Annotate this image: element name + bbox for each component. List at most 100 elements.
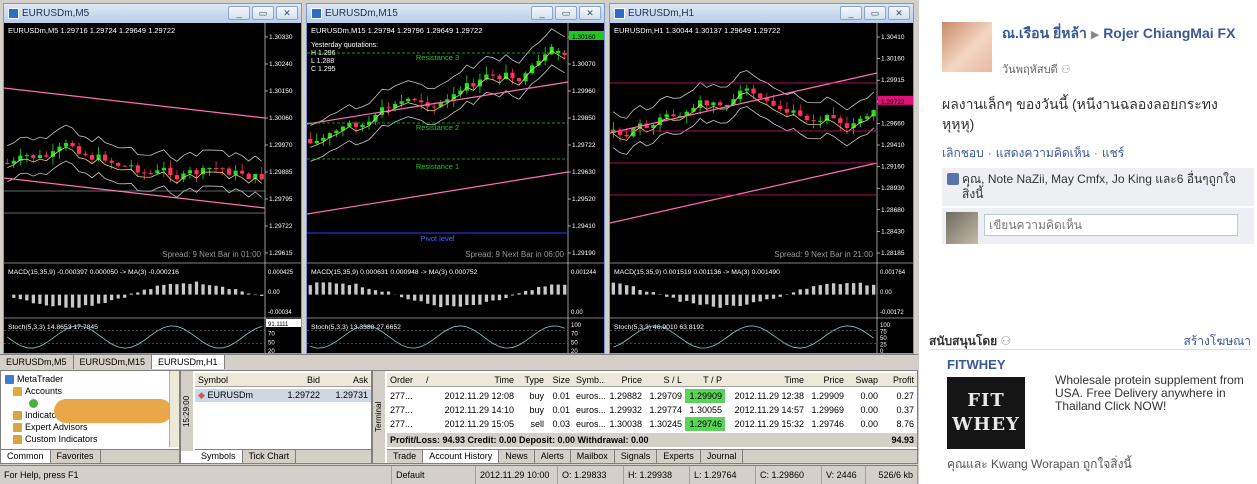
- stoch-header: Stoch(5,3,3) 13.3388 27.6652: [311, 324, 401, 331]
- tab-trade[interactable]: Trade: [387, 450, 424, 463]
- tab-account-history[interactable]: Account History: [423, 450, 500, 463]
- status-profile: Default: [392, 466, 476, 484]
- chart-tab-m5[interactable]: EURUSDm,M5: [0, 355, 74, 369]
- candle-body: [103, 154, 108, 161]
- chart-canvas[interactable]: EURUSDm,H1 1.30044 1.30137 1.29649 1.297…: [610, 23, 913, 353]
- chart-window-m15[interactable]: EURUSDm,M15 _ ▭ ✕ EURUSDm,M15 1.29794 1.…: [306, 3, 605, 354]
- target-page-name[interactable]: Rojer ChiangMai FX: [1103, 25, 1235, 41]
- col-close-time[interactable]: Time: [725, 373, 807, 386]
- col-price[interactable]: Price: [605, 373, 645, 386]
- col-profit[interactable]: Profit: [881, 373, 917, 386]
- close-button[interactable]: ✕: [888, 6, 910, 20]
- author-name[interactable]: ณ.เรือน ยี่หล้า: [1002, 25, 1087, 41]
- col-time[interactable]: Time: [433, 373, 517, 386]
- comment-input[interactable]: เขียนความคิดเห็น: [984, 214, 1238, 236]
- chart-icon: [8, 8, 19, 19]
- tab-journal[interactable]: Journal: [701, 450, 744, 463]
- col-close-price[interactable]: Price: [807, 373, 847, 386]
- close-button[interactable]: ✕: [276, 6, 298, 20]
- tab-common[interactable]: Common: [1, 450, 51, 463]
- tab-symbols[interactable]: Symbols: [195, 450, 243, 463]
- close-button[interactable]: ✕: [579, 6, 601, 20]
- tab-tick-chart[interactable]: Tick Chart: [243, 450, 297, 463]
- status-low: L: 1.29764: [690, 466, 756, 484]
- price-label: 1.29915: [881, 77, 905, 84]
- trend-line: [610, 162, 878, 224]
- table-row[interactable]: 277... 2012.11.29 15:05 sell 0.03 euros.…: [387, 417, 917, 431]
- chart-header: EURUSDm,M5 1.29716 1.29724 1.29649 1.297…: [8, 26, 175, 35]
- tab-news[interactable]: News: [499, 450, 535, 463]
- col-bid[interactable]: Bid: [275, 373, 323, 386]
- candle-body: [838, 118, 843, 124]
- chart-window-m5[interactable]: EURUSDm,M5 _ ▭ ✕ EURUSDm,M5 1.29716 1.29…: [3, 3, 302, 354]
- likes-summary: คุณ, Note NaZii, May Cmfx, Jo King และ6 …: [942, 168, 1254, 206]
- chart-window-h1[interactable]: EURUSDm,H1 _ ▭ ✕ EURUSDm,H1 1.30044 1.30…: [609, 3, 914, 354]
- screen: EURUSDm,M5 _ ▭ ✕ EURUSDm,M5 1.29716 1.29…: [0, 0, 1257, 484]
- market-watch-row[interactable]: ◆ EURUSDm 1.29722 1.29731: [195, 389, 371, 402]
- comment-link[interactable]: แสดงความคิดเห็น: [996, 146, 1090, 160]
- stoch-scale-label: 100: [571, 323, 582, 329]
- chart-canvas[interactable]: EURUSDm,M15 1.29794 1.29796 1.29649 1.29…: [307, 23, 604, 353]
- chart-window-title: EURUSDm,M5: [22, 8, 90, 19]
- col-symbol[interactable]: Symb...: [573, 373, 605, 386]
- chart-titlebar[interactable]: EURUSDm,M15 _ ▭ ✕: [307, 4, 604, 23]
- candle-body: [142, 172, 147, 174]
- symbol-name: EURUSDm: [207, 390, 253, 400]
- facebook-post: ณ.เรือน ยี่หล้า ▶ Rojer ChiangMai FX วัน…: [918, 0, 1257, 484]
- likes-text[interactable]: คุณ, Note NaZii, May Cmfx, Jo King และ6 …: [962, 172, 1236, 201]
- chart-canvas[interactable]: EURUSDm,M5 1.29716 1.29724 1.29649 1.297…: [4, 23, 301, 353]
- macd-header: MACD(15,35,9) -0.000397 0.000050 -> MA(3…: [8, 269, 179, 276]
- post-message: ผลงานเล็กๆ ของวันนี้ (หนีงานฉลองลอยกระทง…: [942, 96, 1218, 132]
- candle-body: [207, 168, 212, 170]
- minimize-button[interactable]: _: [531, 6, 553, 20]
- col-ask[interactable]: Ask: [323, 373, 371, 386]
- unlike-link[interactable]: เลิกชอบ: [942, 146, 984, 160]
- ad-text[interactable]: Wholesale protein supplement from USA. F…: [1055, 374, 1253, 413]
- moving-average-line: [310, 50, 565, 148]
- share-link[interactable]: แชร์: [1102, 146, 1124, 160]
- col-symbol[interactable]: Symbol: [195, 373, 275, 386]
- tab-favorites[interactable]: Favorites: [51, 450, 101, 463]
- chart-titlebar[interactable]: EURUSDm,M5 _ ▭ ✕: [4, 4, 301, 23]
- ad-title[interactable]: FITWHEY: [947, 357, 1006, 372]
- col-size[interactable]: Size: [547, 373, 573, 386]
- tree-item-custom-indicators[interactable]: Custom Indicators: [1, 433, 171, 445]
- author-avatar[interactable]: [942, 22, 992, 72]
- col-sl[interactable]: S / L: [645, 373, 685, 386]
- col-sort[interactable]: /: [423, 373, 433, 386]
- minimize-button[interactable]: _: [840, 6, 862, 20]
- col-swap[interactable]: Swap: [847, 373, 881, 386]
- tab-alerts[interactable]: Alerts: [535, 450, 571, 463]
- post-date[interactable]: วันพฤหัสบดี ⚇: [1002, 60, 1071, 78]
- candle-body: [109, 160, 114, 163]
- restore-button[interactable]: ▭: [864, 6, 886, 20]
- stoch-scale-label: 70: [268, 332, 275, 338]
- status-open: O: 1.29833: [558, 466, 624, 484]
- chart-tab-h1[interactable]: EURUSDm,H1: [152, 355, 225, 369]
- col-tp[interactable]: T / P: [685, 373, 725, 386]
- table-row[interactable]: 277... 2012.11.29 14:10 buy 0.01 euros..…: [387, 403, 917, 417]
- candle-body: [771, 100, 776, 106]
- col-order[interactable]: Order: [387, 373, 423, 386]
- table-row[interactable]: 277... 2012.11.29 12:08 buy 0.01 euros..…: [387, 389, 917, 403]
- candle-body: [259, 173, 264, 180]
- minimize-button[interactable]: _: [228, 6, 250, 20]
- tab-mailbox[interactable]: Mailbox: [571, 450, 615, 463]
- restore-button[interactable]: ▭: [252, 6, 274, 20]
- tree-item-metatrader[interactable]: MetaTrader: [1, 373, 171, 385]
- profit-total: 94.93: [891, 435, 914, 445]
- tree-item-accounts[interactable]: Accounts: [1, 385, 171, 397]
- chart-titlebar[interactable]: EURUSDm,H1 _ ▭ ✕: [610, 4, 913, 23]
- ad-likes: คุณและ Kwang Worapan ถูกใจสิ่งนี้: [947, 457, 1132, 471]
- tab-experts[interactable]: Experts: [657, 450, 701, 463]
- stoch-scale-label: 100: [880, 323, 891, 329]
- tab-signals[interactable]: Signals: [615, 450, 658, 463]
- candle-body: [24, 155, 29, 157]
- restore-button[interactable]: ▭: [555, 6, 577, 20]
- stoch-header: Stoch(5,3,3) 46.9010 63.8192: [614, 324, 704, 331]
- col-type[interactable]: Type: [517, 373, 547, 386]
- candle-body: [811, 120, 816, 122]
- chart-tab-m15[interactable]: EURUSDm,M15: [74, 355, 153, 369]
- navigator-scrollbar[interactable]: [169, 371, 179, 447]
- ad-image[interactable]: FIT WHEY: [947, 377, 1025, 449]
